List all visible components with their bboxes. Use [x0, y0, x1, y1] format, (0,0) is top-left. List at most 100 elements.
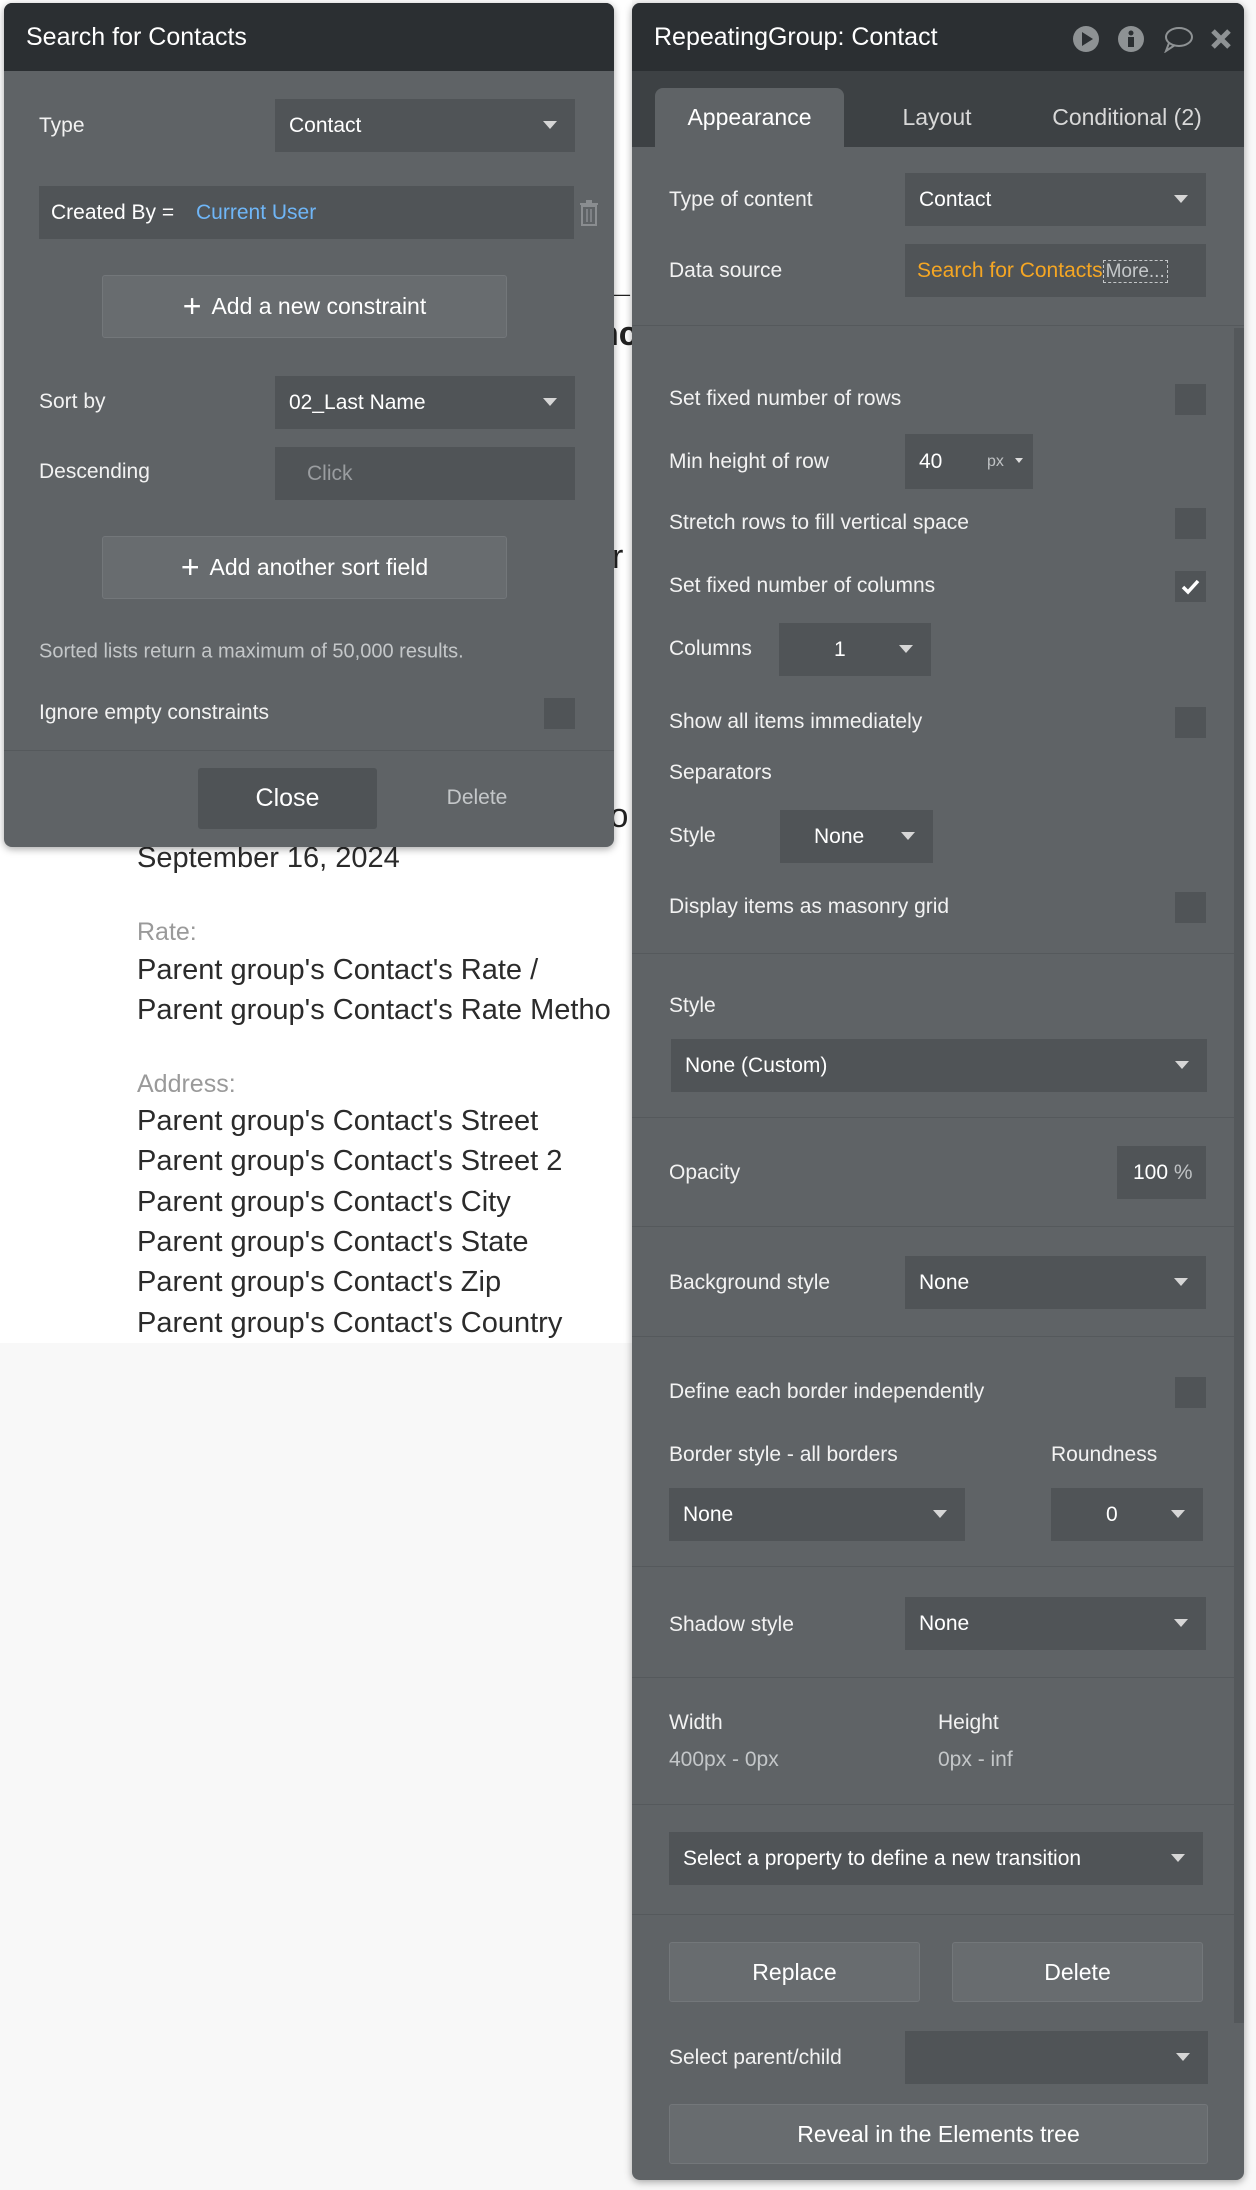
close-icon[interactable] — [1209, 25, 1233, 53]
plus-icon: + — [180, 549, 200, 585]
border-style-value: None — [683, 1503, 734, 1526]
ignore-empty-checkbox[interactable] — [544, 698, 575, 729]
chevron-down-icon — [933, 1510, 947, 1518]
chevron-down-icon — [1015, 458, 1023, 463]
checkmark-icon — [1181, 579, 1200, 595]
data-source-label: Data source — [669, 259, 783, 282]
search-for-contacts-panel: Search for Contacts Type Contact Created… — [4, 3, 614, 847]
address-line: Parent group's Contact's Street — [137, 1105, 539, 1137]
transition-dropdown[interactable]: Select a property to define a new transi… — [669, 1832, 1203, 1885]
close-button[interactable]: Close — [198, 768, 377, 829]
data-source-more[interactable]: More... — [1102, 260, 1168, 283]
add-sort-field-button[interactable]: + Add another sort field — [102, 536, 507, 599]
chevron-down-icon — [899, 645, 913, 653]
tab-appearance[interactable]: Appearance — [655, 88, 844, 147]
roundness-value: 0 — [1106, 1503, 1118, 1526]
chevron-down-icon — [1176, 2053, 1190, 2061]
add-constraint-button[interactable]: + Add a new constraint — [102, 275, 507, 338]
scrollbar[interactable] — [1234, 328, 1244, 2023]
separator-style-label: Style — [669, 824, 716, 847]
type-of-content-dropdown[interactable]: Contact — [905, 173, 1206, 226]
shadow-style-dropdown[interactable]: None — [905, 1597, 1206, 1650]
masonry-checkbox[interactable] — [1175, 892, 1206, 923]
chevron-down-icon — [1174, 1619, 1188, 1627]
tab-bar: Appearance Layout Conditional (2) — [632, 71, 1244, 147]
delete-button[interactable]: Delete — [952, 1942, 1203, 2002]
background-style-label: Background style — [669, 1271, 831, 1294]
fixed-rows-checkbox[interactable] — [1175, 384, 1206, 415]
chevron-down-icon — [543, 398, 557, 406]
replace-label: Replace — [752, 1958, 837, 1985]
tab-conditional[interactable]: Conditional (2) — [1042, 88, 1212, 147]
divider — [632, 953, 1244, 954]
address-line: Parent group's Contact's Country — [137, 1307, 563, 1339]
rate-label: Rate: — [137, 918, 197, 946]
style-value: None (Custom) — [685, 1054, 828, 1077]
fixed-cols-checkbox[interactable] — [1175, 571, 1206, 602]
parent-child-label: Select parent/child — [669, 2046, 842, 2069]
roundness-dropdown[interactable]: 0 — [1051, 1488, 1203, 1541]
add-sort-label: Add another sort field — [209, 554, 429, 580]
constraint-field: Created By = — [51, 201, 175, 224]
info-icon[interactable] — [1117, 25, 1145, 53]
type-dropdown[interactable]: Contact — [275, 99, 575, 152]
type-of-content-label: Type of content — [669, 188, 813, 211]
background-style-dropdown[interactable]: None — [905, 1256, 1206, 1309]
divider — [632, 325, 1244, 326]
type-label: Type — [39, 114, 85, 137]
descending-value: Click — [307, 462, 353, 485]
stretch-rows-checkbox[interactable] — [1175, 508, 1206, 539]
shadow-style-label: Shadow style — [669, 1613, 794, 1636]
columns-value: 1 — [834, 638, 846, 661]
divider — [632, 1117, 1244, 1118]
separator-style-value: None — [814, 825, 865, 848]
address-label: Address: — [137, 1070, 236, 1098]
chevron-down-icon — [1174, 195, 1188, 203]
ignore-empty-label: Ignore empty constraints — [39, 701, 269, 724]
address-line: Parent group's Contact's City — [137, 1186, 511, 1218]
constraint-row[interactable]: Created By = Current User — [39, 186, 574, 239]
opacity-unit: % — [1173, 1161, 1193, 1184]
panel-title: Search for Contacts — [26, 23, 247, 51]
divider — [632, 1677, 1244, 1678]
data-source-field[interactable]: Search for Contacts More... — [905, 244, 1206, 297]
replace-button[interactable]: Replace — [669, 1942, 920, 2002]
comment-icon[interactable] — [1162, 25, 1194, 53]
border-style-dropdown[interactable]: None — [669, 1488, 965, 1541]
transition-placeholder: Select a property to define a new transi… — [683, 1847, 1082, 1870]
border-independent-checkbox[interactable] — [1175, 1377, 1206, 1408]
fixed-cols-label: Set fixed number of columns — [669, 574, 936, 597]
style-dropdown[interactable]: None (Custom) — [671, 1039, 1207, 1092]
sort-by-dropdown[interactable]: 02_Last Name — [275, 376, 575, 429]
style-label: Style — [669, 994, 716, 1017]
descending-field[interactable]: Click — [275, 447, 575, 500]
descending-label: Descending — [39, 460, 150, 483]
rate-line: Parent group's Contact's Rate / — [137, 954, 539, 986]
reveal-elements-tree-button[interactable]: Reveal in the Elements tree — [669, 2104, 1208, 2164]
play-icon[interactable] — [1072, 25, 1100, 53]
min-height-input[interactable]: 40 px — [905, 434, 1033, 489]
address-line: Parent group's Contact's State — [137, 1226, 529, 1258]
tab-layout[interactable]: Layout — [872, 88, 1002, 147]
background-style-value: None — [919, 1271, 970, 1294]
chevron-down-icon — [1171, 1510, 1185, 1518]
width-label: Width — [669, 1711, 723, 1734]
show-all-checkbox[interactable] — [1175, 707, 1206, 738]
unit-dropdown[interactable]: px — [987, 434, 1004, 489]
data-source-value[interactable]: Search for Contacts — [917, 259, 1103, 282]
trash-icon[interactable] — [578, 199, 600, 227]
panel-title: RepeatingGroup: Contact — [654, 23, 938, 51]
columns-dropdown[interactable]: 1 — [779, 623, 931, 676]
sort-by-label: Sort by — [39, 390, 106, 413]
stretch-rows-label: Stretch rows to fill vertical space — [669, 511, 969, 534]
parent-child-dropdown[interactable] — [905, 2031, 1208, 2084]
opacity-value: 100 — [1133, 1161, 1169, 1184]
separator-style-dropdown[interactable]: None — [780, 810, 933, 863]
delete-link[interactable]: Delete — [447, 786, 508, 810]
divider — [632, 1804, 1244, 1805]
opacity-input[interactable]: 100 % — [1117, 1146, 1206, 1199]
type-of-content-value: Contact — [919, 188, 992, 211]
shadow-style-value: None — [919, 1612, 970, 1635]
constraint-value[interactable]: Current User — [196, 201, 316, 224]
sort-by-value: 02_Last Name — [289, 391, 426, 414]
